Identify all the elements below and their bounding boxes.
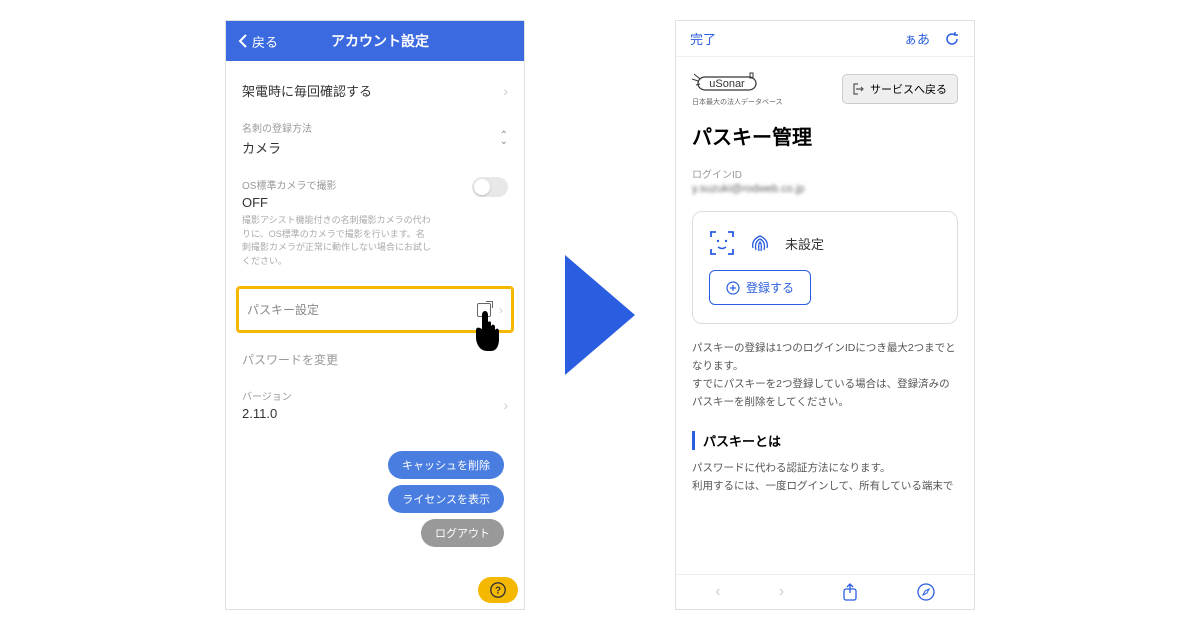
usonar-logo-icon: uSonar	[692, 71, 762, 93]
row-label: パスワードを変更	[242, 351, 508, 368]
page-heading: パスキー管理	[692, 121, 958, 150]
logo-row: uSonar 日本最大の法人データベース サービスへ戻る	[692, 71, 958, 107]
exit-icon	[853, 83, 865, 95]
passkey-content: uSonar 日本最大の法人データベース サービスへ戻る パスキー管理 ログイン…	[676, 57, 974, 574]
back-button[interactable]: 戻る	[238, 32, 278, 51]
row-small-label: OS標準カメラで撮影	[242, 177, 508, 192]
chevron-left-icon	[238, 34, 248, 48]
nav-back-icon[interactable]: ‹	[715, 583, 720, 601]
text-size-button[interactable]: ぁあ	[904, 29, 930, 48]
passkey-status-card: 未設定 登録する	[692, 211, 958, 324]
header: 戻る アカウント設定	[226, 21, 524, 61]
clear-cache-button[interactable]: キャッシュを削除	[388, 451, 504, 479]
settings-screen: 戻る アカウント設定 架電時に毎回確認する › 名刺の登録方法 カメラ ⌃⌄ O…	[225, 20, 525, 610]
browser-toolbar: 完了 ぁあ	[676, 21, 974, 57]
share-icon[interactable]	[842, 583, 858, 601]
reload-icon[interactable]	[944, 31, 960, 47]
row-small-label: バージョン	[242, 388, 508, 403]
page-title: アカウント設定	[278, 31, 482, 51]
svg-text:uSonar: uSonar	[709, 78, 745, 90]
row-version[interactable]: バージョン 2.11.0 ›	[242, 378, 508, 431]
settings-content: 架電時に毎回確認する › 名刺の登録方法 カメラ ⌃⌄ OS標準カメラで撮影 O…	[226, 61, 524, 609]
status-text: 未設定	[785, 234, 824, 253]
os-camera-toggle[interactable]	[472, 177, 508, 197]
section-body: パスワードに代わる認証方法になります。 利用するには、一度ログインして、所有して…	[692, 460, 958, 496]
status-row: 未設定	[709, 230, 941, 256]
compass-icon[interactable]	[917, 583, 935, 601]
button-label: 登録する	[746, 279, 794, 296]
button-label: サービスへ戻る	[870, 81, 947, 97]
show-license-button[interactable]: ライセンスを表示	[388, 485, 504, 513]
passkey-label: パスキー設定	[247, 301, 477, 318]
plus-circle-icon	[726, 281, 740, 295]
row-value: OFF	[242, 195, 508, 210]
passkey-screen: 完了 ぁあ uSonar 日本最大の法人データベース	[675, 20, 975, 610]
row-description: 撮影アシスト機能付きの名刺撮影カメラの代わりに、OS標準のカメラで撮影を行います…	[242, 214, 432, 268]
row-small-label: 名刺の登録方法	[242, 120, 508, 135]
row-change-password[interactable]: パスワードを変更	[242, 341, 508, 378]
row-confirm-on-call[interactable]: 架電時に毎回確認する ›	[242, 71, 508, 110]
chevron-right-icon: ›	[503, 83, 508, 99]
info-text: パスキーの登録は1つのログインIDにつき最大2つまでとなります。 すでにパスキー…	[692, 340, 958, 411]
row-card-registration[interactable]: 名刺の登録方法 カメラ ⌃⌄	[242, 110, 508, 167]
arrow-icon	[565, 255, 635, 375]
login-id-label: ログインID	[692, 166, 958, 181]
svg-text:?: ?	[495, 586, 501, 597]
help-icon: ?	[489, 581, 507, 599]
done-button[interactable]: 完了	[690, 29, 716, 48]
logout-button[interactable]: ログアウト	[421, 519, 504, 547]
face-id-icon	[709, 230, 735, 256]
section-heading: パスキーとは	[692, 431, 958, 450]
chevron-right-icon: ›	[503, 397, 508, 413]
row-os-camera: OS標準カメラで撮影 OFF 撮影アシスト機能付きの名刺撮影カメラの代わりに、O…	[242, 167, 508, 278]
back-to-service-button[interactable]: サービスへ戻る	[842, 74, 958, 104]
passkey-settings-row[interactable]: パスキー設定 ›	[236, 286, 514, 333]
logo: uSonar 日本最大の法人データベース	[692, 71, 783, 107]
row-value: カメラ	[242, 138, 508, 157]
register-button[interactable]: 登録する	[709, 270, 811, 305]
back-label: 戻る	[252, 32, 278, 51]
row-label: 架電時に毎回確認する	[242, 81, 508, 100]
action-buttons: キャッシュを削除 ライセンスを表示 ログアウト	[242, 451, 508, 547]
chevron-up-down-icon: ⌃⌄	[500, 133, 508, 145]
version-value: 2.11.0	[242, 406, 508, 421]
login-id-value: y.suzuki@rodweb.co.jp	[692, 183, 958, 195]
help-button[interactable]: ?	[478, 577, 518, 603]
nav-forward-icon[interactable]: ›	[779, 583, 784, 601]
logo-subtitle: 日本最大の法人データベース	[692, 97, 783, 107]
fingerprint-icon	[747, 230, 773, 256]
browser-bottom-nav: ‹ ›	[676, 574, 974, 609]
